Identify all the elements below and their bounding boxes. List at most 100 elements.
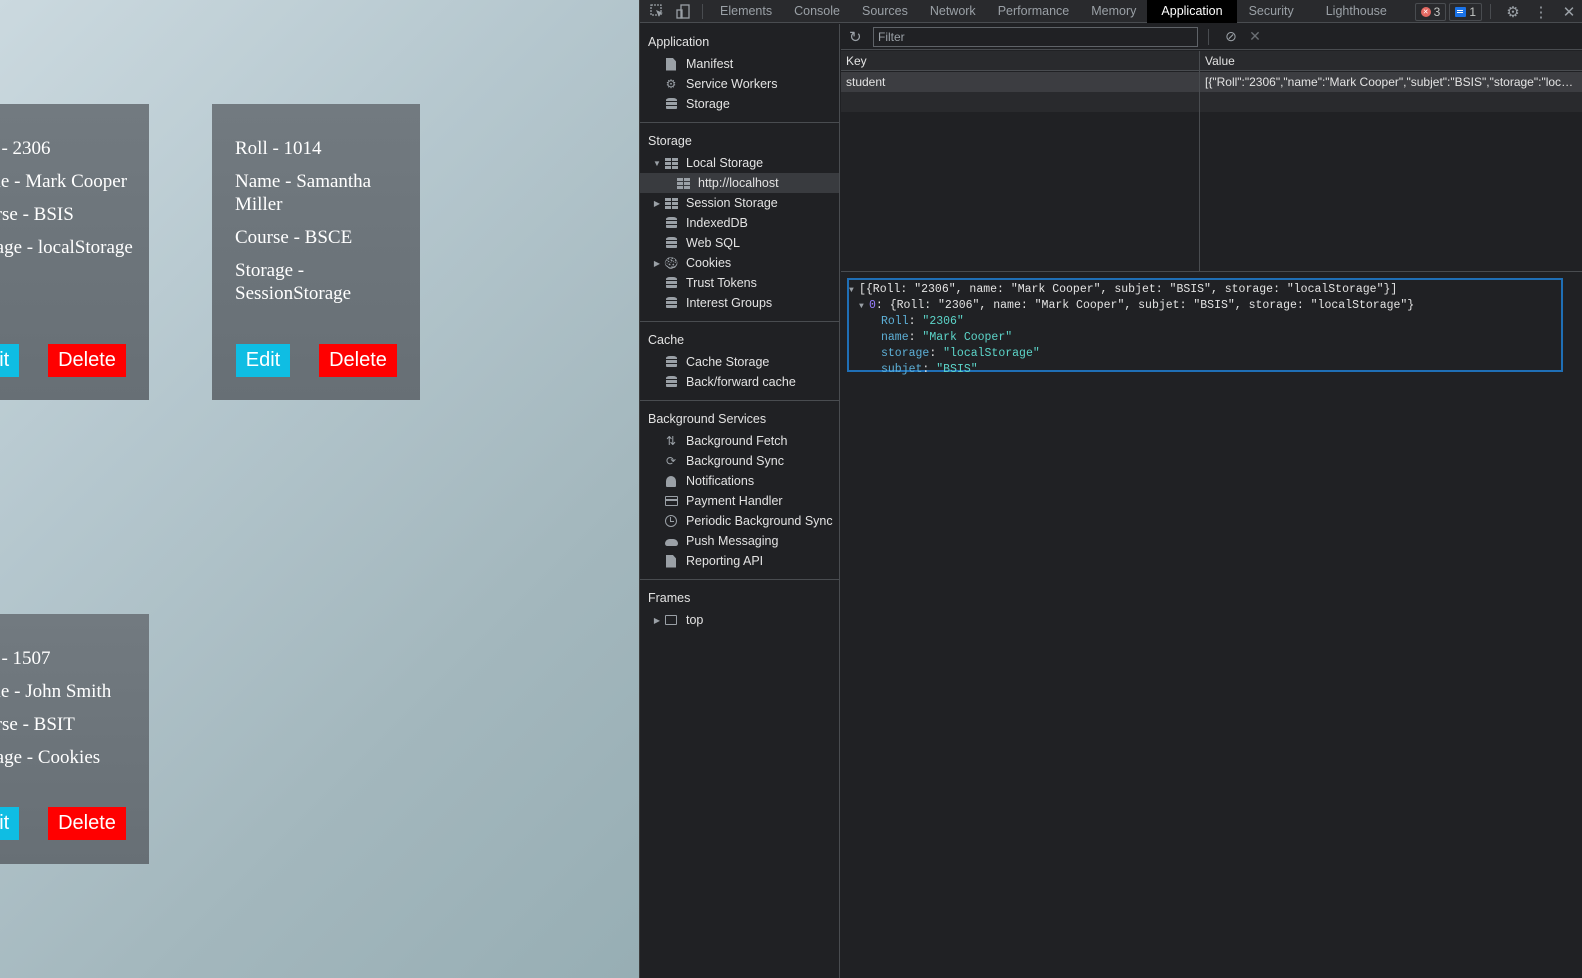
database-icon bbox=[662, 276, 680, 290]
sidebar-item-label: Cache Storage bbox=[686, 355, 770, 369]
gear-icon[interactable]: ⚙ bbox=[1499, 0, 1527, 23]
device-toolbar-icon[interactable] bbox=[670, 0, 696, 23]
sidebar-item-back-forward-cache[interactable]: Back/forward cache bbox=[640, 372, 839, 392]
expand-arrow-right-icon[interactable]: ▶ bbox=[652, 616, 662, 625]
sidebar-item-service-workers[interactable]: ⚙ Service Workers bbox=[640, 74, 839, 94]
close-icon[interactable]: ✕ bbox=[1555, 0, 1582, 23]
card-roll: Roll - 2306 bbox=[0, 138, 51, 159]
toolbar-divider bbox=[1208, 28, 1209, 45]
delete-button[interactable]: Delete bbox=[319, 344, 397, 377]
preview-item-index: 0 bbox=[869, 299, 876, 312]
sidebar-item-label: Manifest bbox=[686, 57, 734, 71]
expand-arrow-right-icon[interactable]: ▶ bbox=[652, 259, 662, 268]
database-icon bbox=[662, 216, 680, 230]
preview-summary: [{Roll: "2306", name: "Mark Cooper", sub… bbox=[859, 283, 1398, 296]
expand-arrow-down-icon[interactable]: ▼ bbox=[849, 283, 859, 299]
column-header-value[interactable]: Value bbox=[1199, 51, 1582, 71]
devtools-panel: Elements Console Sources Network Perform… bbox=[639, 0, 1582, 978]
clear-all-icon[interactable]: ⊘ bbox=[1219, 28, 1243, 45]
table-empty-row bbox=[841, 92, 1582, 112]
tab-network[interactable]: Network bbox=[919, 0, 987, 23]
prop-key: storage bbox=[881, 347, 930, 360]
expand-arrow-down-icon[interactable]: ▼ bbox=[859, 299, 869, 315]
database-icon bbox=[662, 296, 680, 310]
row-value[interactable]: [{"Roll":"2306","name":"Mark Cooper","su… bbox=[1199, 72, 1582, 92]
sidebar-section-cache: Cache Cache Storage Back/forward cache bbox=[640, 322, 839, 401]
toolbar-divider bbox=[702, 3, 703, 19]
delete-button[interactable]: Delete bbox=[48, 807, 126, 840]
edit-button[interactable]: Edit bbox=[0, 344, 19, 377]
application-sidebar: Application Manifest ⚙ Service Workers S… bbox=[640, 24, 840, 978]
sidebar-item-push-messaging[interactable]: Push Messaging bbox=[640, 531, 839, 551]
cloud-icon bbox=[662, 534, 680, 548]
tab-application[interactable]: Application bbox=[1147, 0, 1237, 23]
tab-elements[interactable]: Elements bbox=[709, 0, 783, 23]
card-storage: Storage - Cookies bbox=[0, 747, 101, 768]
tab-console[interactable]: Console bbox=[783, 0, 851, 23]
expand-arrow-down-icon[interactable]: ▼ bbox=[652, 159, 662, 168]
tab-lighthouse[interactable]: Lighthouse bbox=[1306, 0, 1407, 23]
filter-input[interactable] bbox=[873, 26, 1198, 47]
database-icon bbox=[662, 236, 680, 250]
refresh-icon[interactable]: ↻ bbox=[849, 28, 867, 46]
sidebar-item-notifications[interactable]: Notifications bbox=[640, 471, 839, 491]
sidebar-item-storage[interactable]: Storage bbox=[640, 94, 839, 114]
tab-performance[interactable]: Performance bbox=[987, 0, 1081, 23]
tab-memory[interactable]: Memory bbox=[1080, 0, 1147, 23]
edit-button[interactable]: Edit bbox=[0, 807, 19, 840]
sidebar-item-payment-handler[interactable]: Payment Handler bbox=[640, 491, 839, 511]
column-header-key[interactable]: Key bbox=[841, 51, 1199, 71]
tab-sources[interactable]: Sources bbox=[851, 0, 919, 23]
sidebar-item-local-storage[interactable]: ▼ Local Storage bbox=[640, 153, 839, 173]
delete-button[interactable]: Delete bbox=[48, 344, 126, 377]
card-roll: Roll - 1507 bbox=[0, 648, 51, 669]
sidebar-item-trust-tokens[interactable]: Trust Tokens bbox=[640, 273, 839, 293]
sidebar-item-interest-groups[interactable]: Interest Groups bbox=[640, 293, 839, 313]
edit-button[interactable]: Edit bbox=[236, 344, 290, 377]
sidebar-item-top-frame[interactable]: ▶ top bbox=[640, 610, 839, 630]
error-icon: ✕ bbox=[1420, 6, 1431, 17]
column-divider[interactable] bbox=[1199, 51, 1200, 271]
table-row[interactable]: student [{"Roll":"2306","name":"Mark Coo… bbox=[841, 72, 1582, 92]
sidebar-heading: Cache bbox=[648, 333, 685, 347]
expand-arrow-right-icon[interactable]: ▶ bbox=[652, 199, 662, 208]
sidebar-heading: Frames bbox=[648, 591, 691, 605]
message-count: 1 bbox=[1469, 4, 1476, 19]
preview-prop: Roll: "2306" bbox=[881, 315, 964, 328]
row-key[interactable]: student bbox=[841, 72, 1199, 92]
preview-array-line[interactable]: ▼ [{Roll: "2306", name: "Mark Cooper", su… bbox=[849, 282, 1561, 298]
storage-toolbar: ↻ ⊘ ✕ bbox=[841, 24, 1582, 50]
sidebar-item-reporting-api[interactable]: Reporting API bbox=[640, 551, 839, 571]
sidebar-item-cookies[interactable]: ▶ 🍪︎ Cookies bbox=[640, 253, 839, 273]
preview-item-line[interactable]: ▼ 0: {Roll: "2306", name: "Mark Cooper", … bbox=[849, 298, 1561, 314]
sidebar-item-label: Payment Handler bbox=[686, 494, 783, 508]
value-preview: ▼ [{Roll: "2306", name: "Mark Cooper", su… bbox=[847, 278, 1563, 376]
sidebar-item-cache-storage[interactable]: Cache Storage bbox=[640, 352, 839, 372]
message-count-badge[interactable]: 1 bbox=[1449, 2, 1482, 21]
table-header: Key Value bbox=[841, 51, 1582, 71]
delete-selected-icon[interactable]: ✕ bbox=[1243, 28, 1267, 45]
kebab-menu-icon[interactable]: ⋮ bbox=[1527, 0, 1555, 23]
sidebar-item-background-sync[interactable]: ⟳ Background Sync bbox=[640, 451, 839, 471]
sidebar-section-background-services: Background Services ⇅ Background Fetch ⟳… bbox=[640, 401, 839, 580]
inspect-element-icon[interactable] bbox=[644, 0, 670, 23]
card-name: Name - Samantha Miller bbox=[235, 171, 372, 215]
bell-icon bbox=[662, 474, 680, 488]
sidebar-item-periodic-background-sync[interactable]: Periodic Background Sync bbox=[640, 511, 839, 531]
sidebar-item-label: Local Storage bbox=[686, 156, 764, 170]
grid-icon bbox=[662, 156, 680, 170]
message-icon bbox=[1455, 6, 1467, 17]
sidebar-item-background-fetch[interactable]: ⇅ Background Fetch bbox=[640, 431, 839, 451]
sidebar-item-indexeddb[interactable]: IndexedDB bbox=[640, 213, 839, 233]
tab-security[interactable]: Security bbox=[1237, 0, 1306, 23]
sidebar-item-session-storage[interactable]: ▶ Session Storage bbox=[640, 193, 839, 213]
error-count-badge[interactable]: ✕ 3 bbox=[1414, 2, 1447, 21]
prop-value: "localStorage" bbox=[943, 347, 1040, 360]
sidebar-item-manifest[interactable]: Manifest bbox=[640, 54, 839, 74]
clock-icon bbox=[662, 514, 680, 528]
sidebar-item-localhost[interactable]: http://localhost bbox=[640, 173, 839, 193]
preview-colon: : bbox=[875, 299, 890, 312]
local-storage-view: ↻ ⊘ ✕ Key Value student [{"Roll":"2306",… bbox=[841, 24, 1582, 978]
sidebar-item-web-sql[interactable]: Web SQL bbox=[640, 233, 839, 253]
sidebar-item-label: top bbox=[686, 613, 704, 627]
